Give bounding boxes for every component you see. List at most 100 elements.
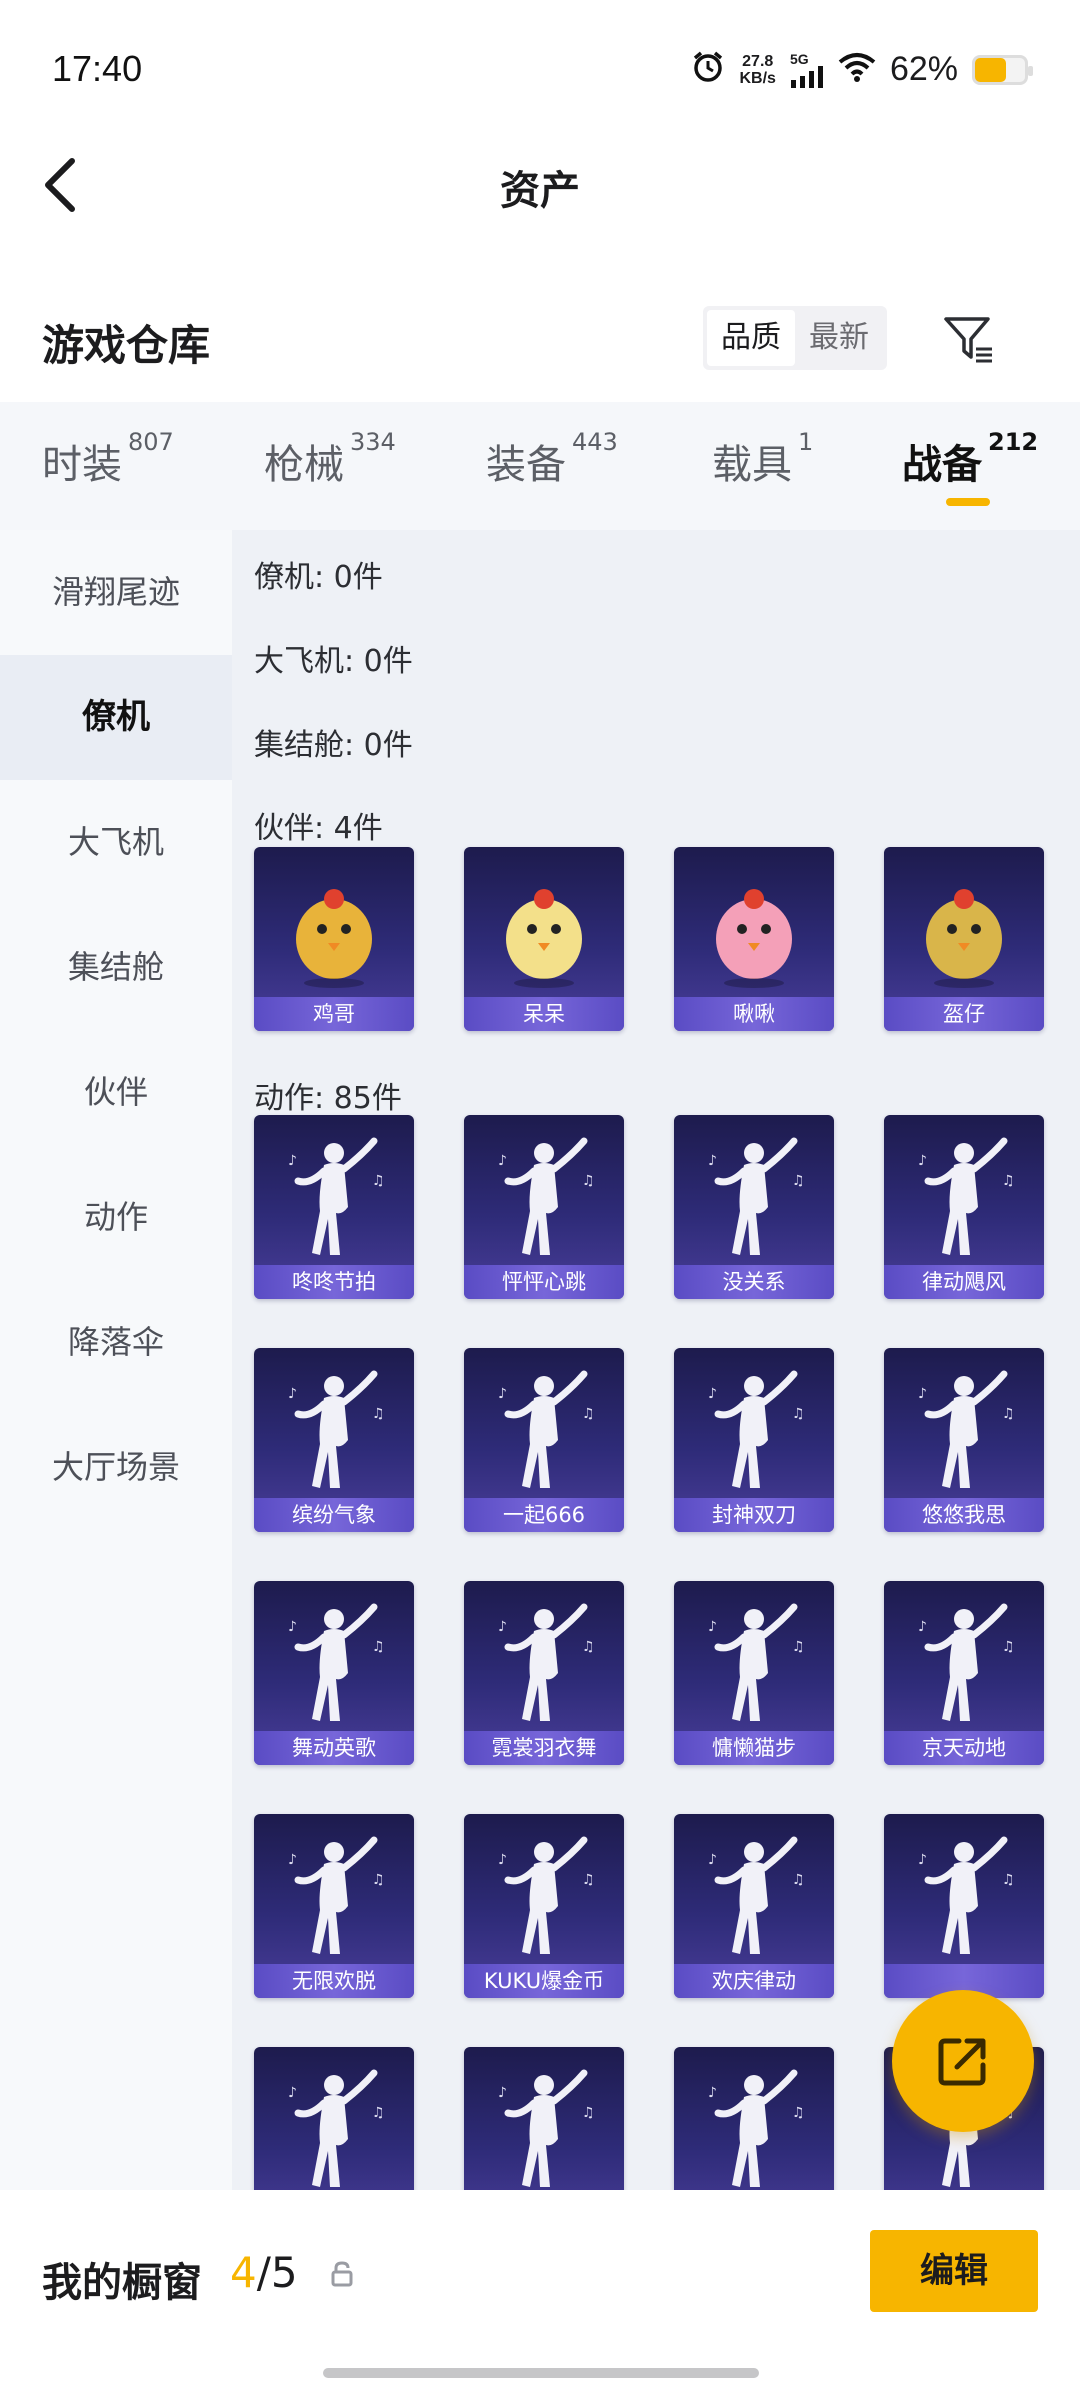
dance-figure-icon: ♪♫ — [498, 1137, 595, 1255]
count-label: 集结舱: 0件 — [254, 728, 413, 763]
page-title: 资产 — [500, 168, 580, 214]
action-name: 舞动英歌 — [254, 1731, 414, 1765]
partner-card[interactable]: 盔仔 — [884, 847, 1044, 1031]
action-card[interactable]: ♪ ♫ 舞动英歌 — [254, 1581, 414, 1765]
svg-text:♪: ♪ — [498, 2085, 507, 2101]
tab-combat-prep[interactable]: 战备 212 — [902, 428, 1038, 490]
edit-button[interactable]: 编辑 — [870, 2230, 1038, 2312]
tab-count: 443 — [572, 428, 618, 456]
sidebar-item-pod[interactable]: 集结舱 — [0, 905, 232, 1030]
showcase-count-current: 4 — [230, 2248, 257, 2297]
sidebar-item-partner[interactable]: 伙伴 — [0, 1030, 232, 1155]
partner-name: 啾啾 — [674, 997, 834, 1031]
count-label: 伙伴: 4件 — [254, 811, 383, 846]
action-card[interactable]: ♪ ♫ 没关系 — [674, 1115, 834, 1299]
title-bar: 资产 — [0, 130, 1080, 240]
svg-text:♪: ♪ — [708, 1619, 717, 1635]
partner-figure-icon — [296, 889, 372, 988]
action-card[interactable]: ♪ ♫ KUKU爆金币 — [464, 1814, 624, 1998]
action-name: 霓裳羽衣舞 — [464, 1731, 624, 1765]
dance-figure-icon: ♪♫ — [288, 1836, 385, 1954]
dance-figure-icon: ♪♫ — [918, 1836, 1015, 1954]
action-name: 没关系 — [674, 1265, 834, 1299]
action-card[interactable]: ♪ ♫ 律动飓风 — [884, 1115, 1044, 1299]
action-card[interactable]: ♪ ♫ 欢庆律动 — [674, 1814, 834, 1998]
svg-text:♫: ♫ — [582, 1406, 595, 1422]
sidebar-item-parachute[interactable]: 降落伞 — [0, 1280, 232, 1405]
svg-text:♫: ♫ — [792, 1406, 805, 1422]
action-card[interactable]: ♪ ♫ 一起666 — [464, 1348, 624, 1532]
svg-text:♫: ♫ — [1002, 1173, 1015, 1189]
action-card[interactable]: ♪♫ — [464, 2047, 624, 2190]
showcase-count: 4/5 — [230, 2248, 298, 2297]
sidebar: 滑翔尾迹 僚机 大飞机 集结舱 伙伴 动作 降落伞 大厅场景 — [0, 530, 232, 2190]
status-icons: 27.8 KB/s 5G 62% — [691, 50, 1033, 89]
dance-figure-icon: ♪♫ — [498, 1836, 595, 1954]
action-card[interactable]: ♪ ♫ 霓裳羽衣舞 — [464, 1581, 624, 1765]
dance-figure-icon: ♪♫ — [918, 1370, 1015, 1488]
partner-card[interactable]: 鸡哥 — [254, 847, 414, 1031]
sidebar-item-big-plane[interactable]: 大飞机 — [0, 780, 232, 905]
action-card[interactable]: ♪ ♫ 封神双刀 — [674, 1348, 834, 1532]
action-card[interactable]: ♪ ♫ 慵懒猫步 — [674, 1581, 834, 1765]
share-button[interactable] — [892, 1990, 1034, 2132]
svg-text:♫: ♫ — [372, 2105, 385, 2121]
action-card[interactable]: ♪ ♫ 缤纷气象 — [254, 1348, 414, 1532]
action-name: 慵懒猫步 — [674, 1731, 834, 1765]
sidebar-item-action[interactable]: 动作 — [0, 1155, 232, 1280]
sidebar-item-glide-trail[interactable]: 滑翔尾迹 — [0, 530, 232, 655]
action-card[interactable]: ♪ ♫ 无限欢脱 — [254, 1814, 414, 1998]
svg-text:♫: ♫ — [1002, 1639, 1015, 1655]
action-card[interactable]: ♪♫ — [254, 2047, 414, 2190]
status-bar: 17:40 27.8 KB/s 5G 62% — [0, 0, 1080, 130]
action-name: 无限欢脱 — [254, 1964, 414, 1998]
partner-card[interactable]: 啾啾 — [674, 847, 834, 1031]
svg-text:♪: ♪ — [918, 1386, 927, 1402]
action-name: 京天动地 — [884, 1731, 1044, 1765]
dance-figure-icon: ♪♫ — [288, 1603, 385, 1721]
partner-figure-icon — [506, 889, 582, 988]
content-panel: 僚机: 0件 大飞机: 0件 集结舱: 0件 伙伴: 4件 鸡哥 呆呆 啾啾 盔仔 动… — [232, 530, 1080, 2190]
action-card[interactable]: ♪♫ — [884, 1814, 1044, 1998]
svg-text:♪: ♪ — [498, 1386, 507, 1402]
tab-vehicles[interactable]: 载具 1 — [712, 428, 813, 490]
svg-text:♪: ♪ — [918, 1852, 927, 1868]
count-label: 动作: 85件 — [254, 1081, 402, 1116]
sort-quality-button[interactable]: 品质 — [707, 310, 795, 366]
wifi-icon — [838, 52, 876, 87]
svg-text:♪: ♪ — [918, 1153, 927, 1169]
sidebar-item-wingman[interactable]: 僚机 — [0, 655, 232, 780]
action-card[interactable]: ♪ ♫ 京天动地 — [884, 1581, 1044, 1765]
home-indicator[interactable] — [323, 2368, 759, 2378]
svg-text:♪: ♪ — [288, 2085, 297, 2101]
tab-label: 战备 — [902, 442, 982, 488]
dance-figure-icon: ♪♫ — [288, 2069, 385, 2187]
speed-value: 27.8 — [742, 52, 774, 70]
sidebar-item-lobby-scene[interactable]: 大厅场景 — [0, 1405, 232, 1530]
svg-text:♪: ♪ — [708, 1153, 717, 1169]
sort-newest-button[interactable]: 最新 — [795, 310, 883, 366]
svg-text:♪: ♪ — [288, 1386, 297, 1402]
action-name: 律动飓风 — [884, 1265, 1044, 1299]
filter-button[interactable] — [935, 306, 1001, 372]
partner-name: 呆呆 — [464, 997, 624, 1031]
action-card[interactable]: ♪ ♫ 怦怦心跳 — [464, 1115, 624, 1299]
alarm-icon — [691, 50, 725, 89]
partner-name: 鸡哥 — [254, 997, 414, 1031]
svg-text:♪: ♪ — [288, 1852, 297, 1868]
svg-text:♫: ♫ — [372, 1173, 385, 1189]
tab-equipment[interactable]: 装备 443 — [486, 428, 618, 490]
svg-text:♪: ♪ — [498, 1153, 507, 1169]
battery-icon — [972, 54, 1033, 85]
action-name: 一起666 — [464, 1498, 624, 1532]
action-card[interactable]: ♪ ♫ 咚咚节拍 — [254, 1115, 414, 1299]
action-card[interactable]: ♪ ♫ 悠悠我思 — [884, 1348, 1044, 1532]
partner-card[interactable]: 呆呆 — [464, 847, 624, 1031]
tab-fashion[interactable]: 时装 807 — [42, 428, 174, 490]
action-card[interactable]: ♪♫ — [674, 2047, 834, 2190]
svg-text:♫: ♫ — [582, 1872, 595, 1888]
tab-weapons[interactable]: 枪械 334 — [264, 428, 396, 490]
svg-text:♫: ♫ — [792, 1173, 805, 1189]
tab-count: 212 — [988, 428, 1039, 456]
tab-label: 载具 — [712, 442, 792, 488]
